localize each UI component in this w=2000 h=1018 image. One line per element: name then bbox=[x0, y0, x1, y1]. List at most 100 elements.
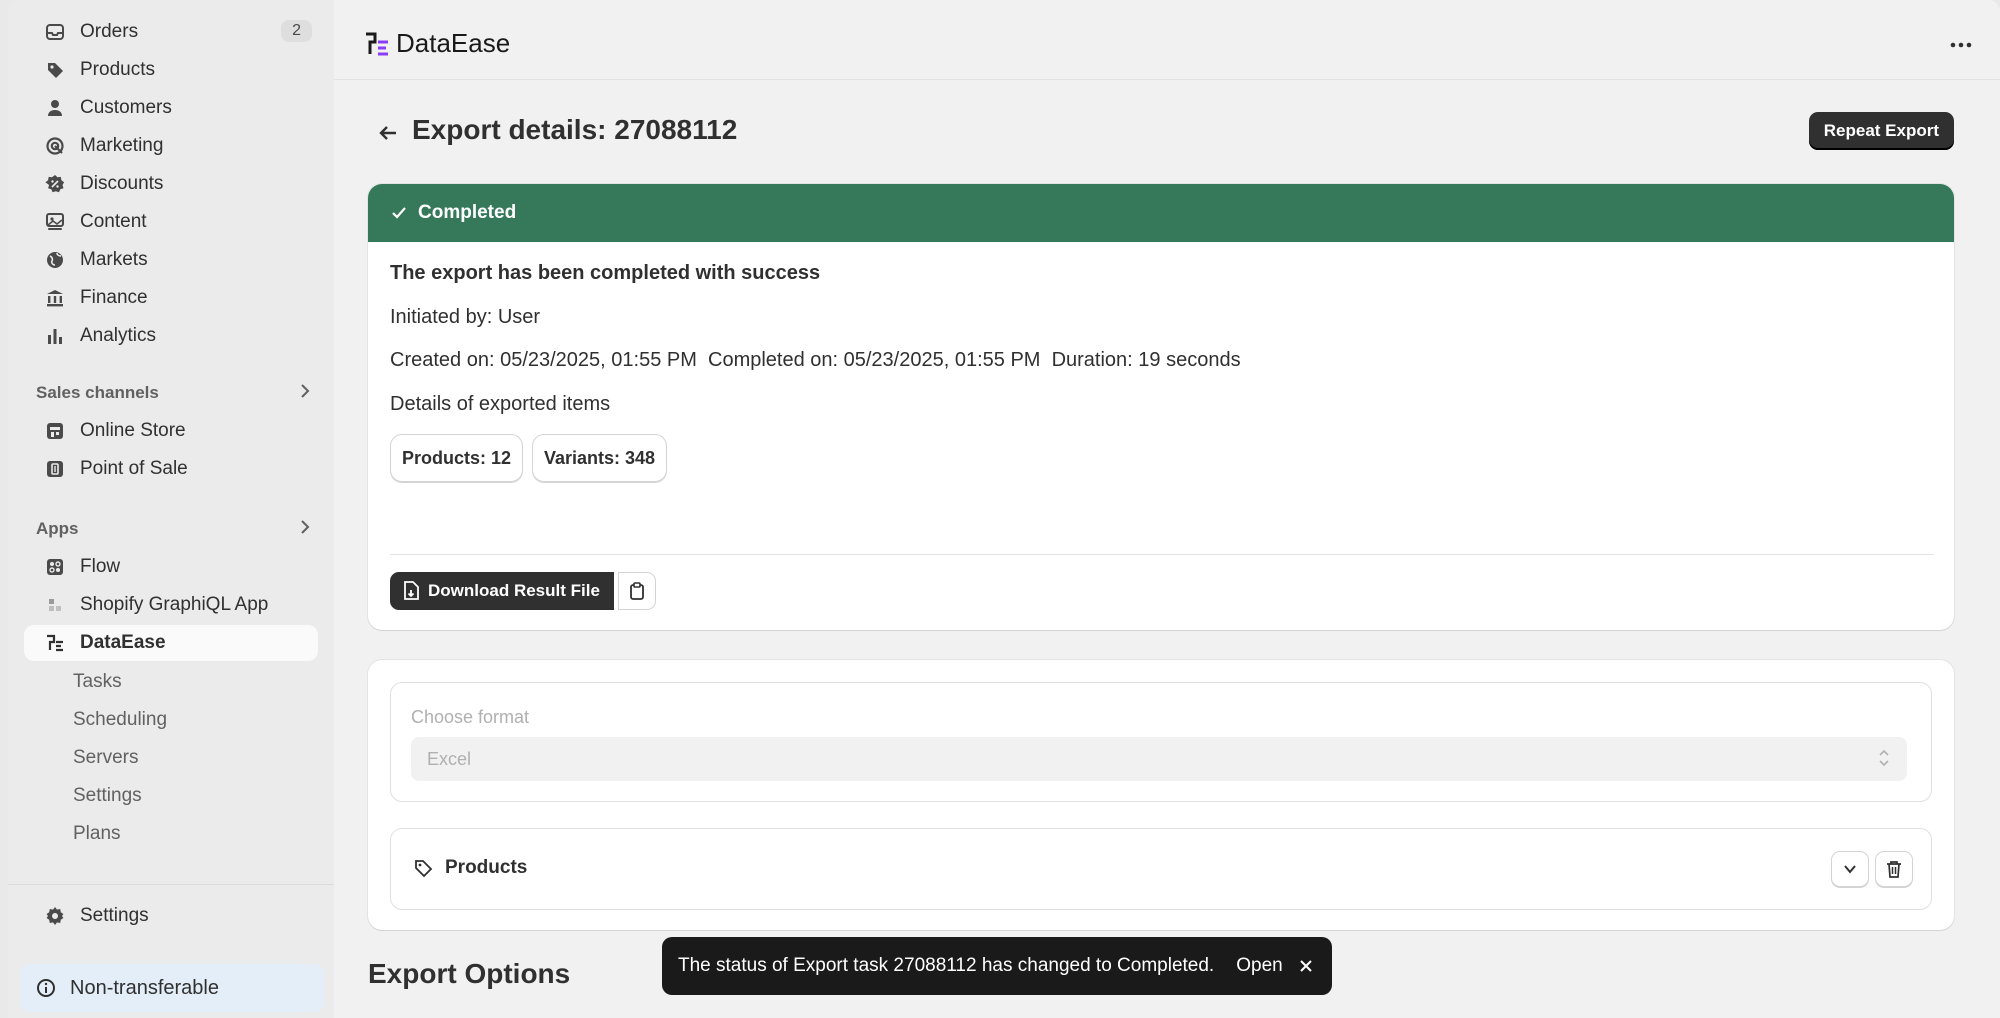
sidebar-item-customers[interactable]: Customers bbox=[24, 90, 318, 126]
sidebar-item-settings[interactable]: Settings bbox=[24, 898, 318, 934]
sidebar-item-products[interactable]: Products bbox=[24, 52, 318, 88]
export-options-title: Export Options bbox=[368, 958, 571, 989]
sidebar-item-online-store[interactable]: Online Store bbox=[24, 413, 318, 449]
sidebar-item-markets[interactable]: Markets bbox=[24, 242, 318, 278]
dataease-logo-icon bbox=[366, 32, 388, 55]
bar-chart-icon bbox=[44, 325, 66, 347]
repeat-export-button[interactable]: Repeat Export bbox=[1808, 112, 1954, 150]
status-label: Completed bbox=[418, 202, 517, 223]
export-status-card: Completed The export has been completed … bbox=[368, 184, 1954, 630]
format-value: Excel bbox=[427, 748, 472, 769]
gear-icon bbox=[44, 905, 66, 927]
sidebar-item-orders[interactable]: Orders 2 bbox=[24, 14, 318, 50]
sidebar-item-label: Content bbox=[80, 211, 147, 232]
graphiql-icon bbox=[44, 594, 66, 616]
discount-icon bbox=[44, 173, 66, 195]
page-title: Export details: 27088112 bbox=[412, 114, 738, 145]
chevron-right-icon[interactable] bbox=[298, 382, 312, 405]
info-icon bbox=[36, 978, 56, 998]
sidebar-item-label: Marketing bbox=[80, 135, 164, 156]
sidebar-item-graphiql[interactable]: Shopify GraphiQL App bbox=[24, 587, 318, 623]
pos-icon bbox=[44, 458, 66, 480]
chevron-down-icon[interactable] bbox=[1831, 851, 1869, 887]
tag-outline-icon bbox=[413, 858, 433, 878]
products-entity-label: Products bbox=[413, 857, 527, 879]
bank-icon bbox=[44, 287, 66, 309]
sidebar-item-flow[interactable]: Flow bbox=[24, 549, 318, 585]
app-topbar: DataEase bbox=[334, 0, 2000, 80]
format-label: Choose format bbox=[411, 707, 530, 727]
store-icon bbox=[44, 420, 66, 442]
sidebar-item-label: Customers bbox=[80, 97, 172, 118]
dataease-icon bbox=[44, 632, 66, 654]
sidebar-subitem-servers[interactable]: Servers bbox=[73, 747, 138, 769]
sidebar-item-label: Finance bbox=[80, 287, 148, 308]
download-label: Download Result File bbox=[428, 581, 600, 600]
sales-channels-title: Sales channels bbox=[36, 383, 159, 402]
status-toast: The status of Export task 27088112 has c… bbox=[662, 937, 1332, 995]
sidebar-item-label: DataEase bbox=[80, 632, 166, 653]
success-message: The export has been completed with succe… bbox=[390, 262, 821, 284]
products-count-pill: Products: 12 bbox=[390, 434, 524, 482]
file-download-icon bbox=[402, 581, 420, 601]
copy-clipboard-icon[interactable] bbox=[618, 572, 656, 610]
app-brand: DataEase bbox=[364, 28, 510, 59]
sidebar-item-label: Online Store bbox=[80, 420, 186, 441]
format-box: Choose format Excel bbox=[390, 682, 1932, 802]
non-transferable-label: Non-transferable bbox=[70, 976, 219, 999]
sidebar: Orders 2 Products Customers Marketing Di… bbox=[8, 0, 334, 1018]
apps-title: Apps bbox=[36, 519, 79, 538]
trash-icon[interactable] bbox=[1875, 851, 1913, 887]
sidebar-item-discounts[interactable]: Discounts bbox=[24, 166, 318, 202]
person-icon bbox=[44, 97, 66, 119]
sidebar-item-analytics[interactable]: Analytics bbox=[24, 318, 318, 354]
variants-count-pill: Variants: 348 bbox=[532, 434, 668, 482]
tag-icon bbox=[44, 59, 66, 81]
sidebar-item-label: Discounts bbox=[80, 173, 164, 194]
checkmark-icon bbox=[390, 204, 408, 222]
non-transferable-banner[interactable]: Non-transferable bbox=[20, 964, 324, 1012]
sidebar-item-marketing[interactable]: Marketing bbox=[24, 128, 318, 164]
status-banner: Completed bbox=[368, 184, 1954, 242]
sidebar-item-content[interactable]: Content bbox=[24, 204, 318, 240]
sidebar-subitem-tasks[interactable]: Tasks bbox=[73, 671, 122, 693]
products-entity-box: Products bbox=[390, 828, 1932, 910]
flow-icon bbox=[44, 556, 66, 578]
details-title: Details of exported items bbox=[390, 393, 611, 415]
sidebar-item-label: Flow bbox=[80, 556, 121, 577]
close-icon[interactable] bbox=[1299, 959, 1313, 973]
divider bbox=[390, 554, 1934, 555]
export-config-card: Choose format Excel Products bbox=[368, 660, 1954, 930]
timing-info: Created on: 05/23/2025, 01:55 PM Complet… bbox=[390, 349, 1241, 371]
download-result-button[interactable]: Download Result File bbox=[390, 572, 614, 610]
sidebar-item-label: Products bbox=[80, 59, 155, 80]
globe-icon bbox=[44, 249, 66, 271]
sidebar-item-label: Orders bbox=[80, 21, 139, 42]
entity-name: Products bbox=[445, 857, 528, 878]
more-actions-icon[interactable] bbox=[1950, 28, 1972, 56]
sidebar-item-label: Point of Sale bbox=[80, 458, 188, 479]
sidebar-item-label: Analytics bbox=[80, 325, 157, 346]
orders-icon bbox=[44, 21, 66, 43]
toast-message: The status of Export task 27088112 has c… bbox=[678, 955, 1215, 976]
target-icon bbox=[44, 135, 66, 157]
select-arrows-icon bbox=[1877, 747, 1891, 769]
format-select[interactable]: Excel bbox=[411, 737, 1907, 781]
sidebar-item-label: Markets bbox=[80, 249, 148, 270]
sidebar-subitem-scheduling[interactable]: Scheduling bbox=[73, 709, 167, 731]
sidebar-subitem-plans[interactable]: Plans bbox=[73, 823, 121, 845]
sidebar-subitem-settings[interactable]: Settings bbox=[73, 785, 142, 807]
brand-name: DataEase bbox=[396, 28, 511, 58]
sidebar-divider bbox=[8, 884, 334, 885]
initiated-by: Initiated by: User bbox=[390, 306, 541, 328]
chevron-right-icon[interactable] bbox=[298, 518, 312, 541]
content-icon bbox=[44, 211, 66, 233]
page-header: Export details: 27088112 Repeat Export bbox=[334, 110, 2000, 160]
sidebar-item-dataease[interactable]: DataEase bbox=[24, 625, 318, 661]
sidebar-item-point-of-sale[interactable]: Point of Sale bbox=[24, 451, 318, 487]
back-arrow-icon[interactable] bbox=[376, 120, 402, 146]
toast-open-link[interactable]: Open bbox=[1236, 955, 1282, 977]
sidebar-item-finance[interactable]: Finance bbox=[24, 280, 318, 316]
app-frame: Orders 2 Products Customers Marketing Di… bbox=[8, 0, 2000, 1018]
orders-count-badge: 2 bbox=[281, 20, 312, 42]
